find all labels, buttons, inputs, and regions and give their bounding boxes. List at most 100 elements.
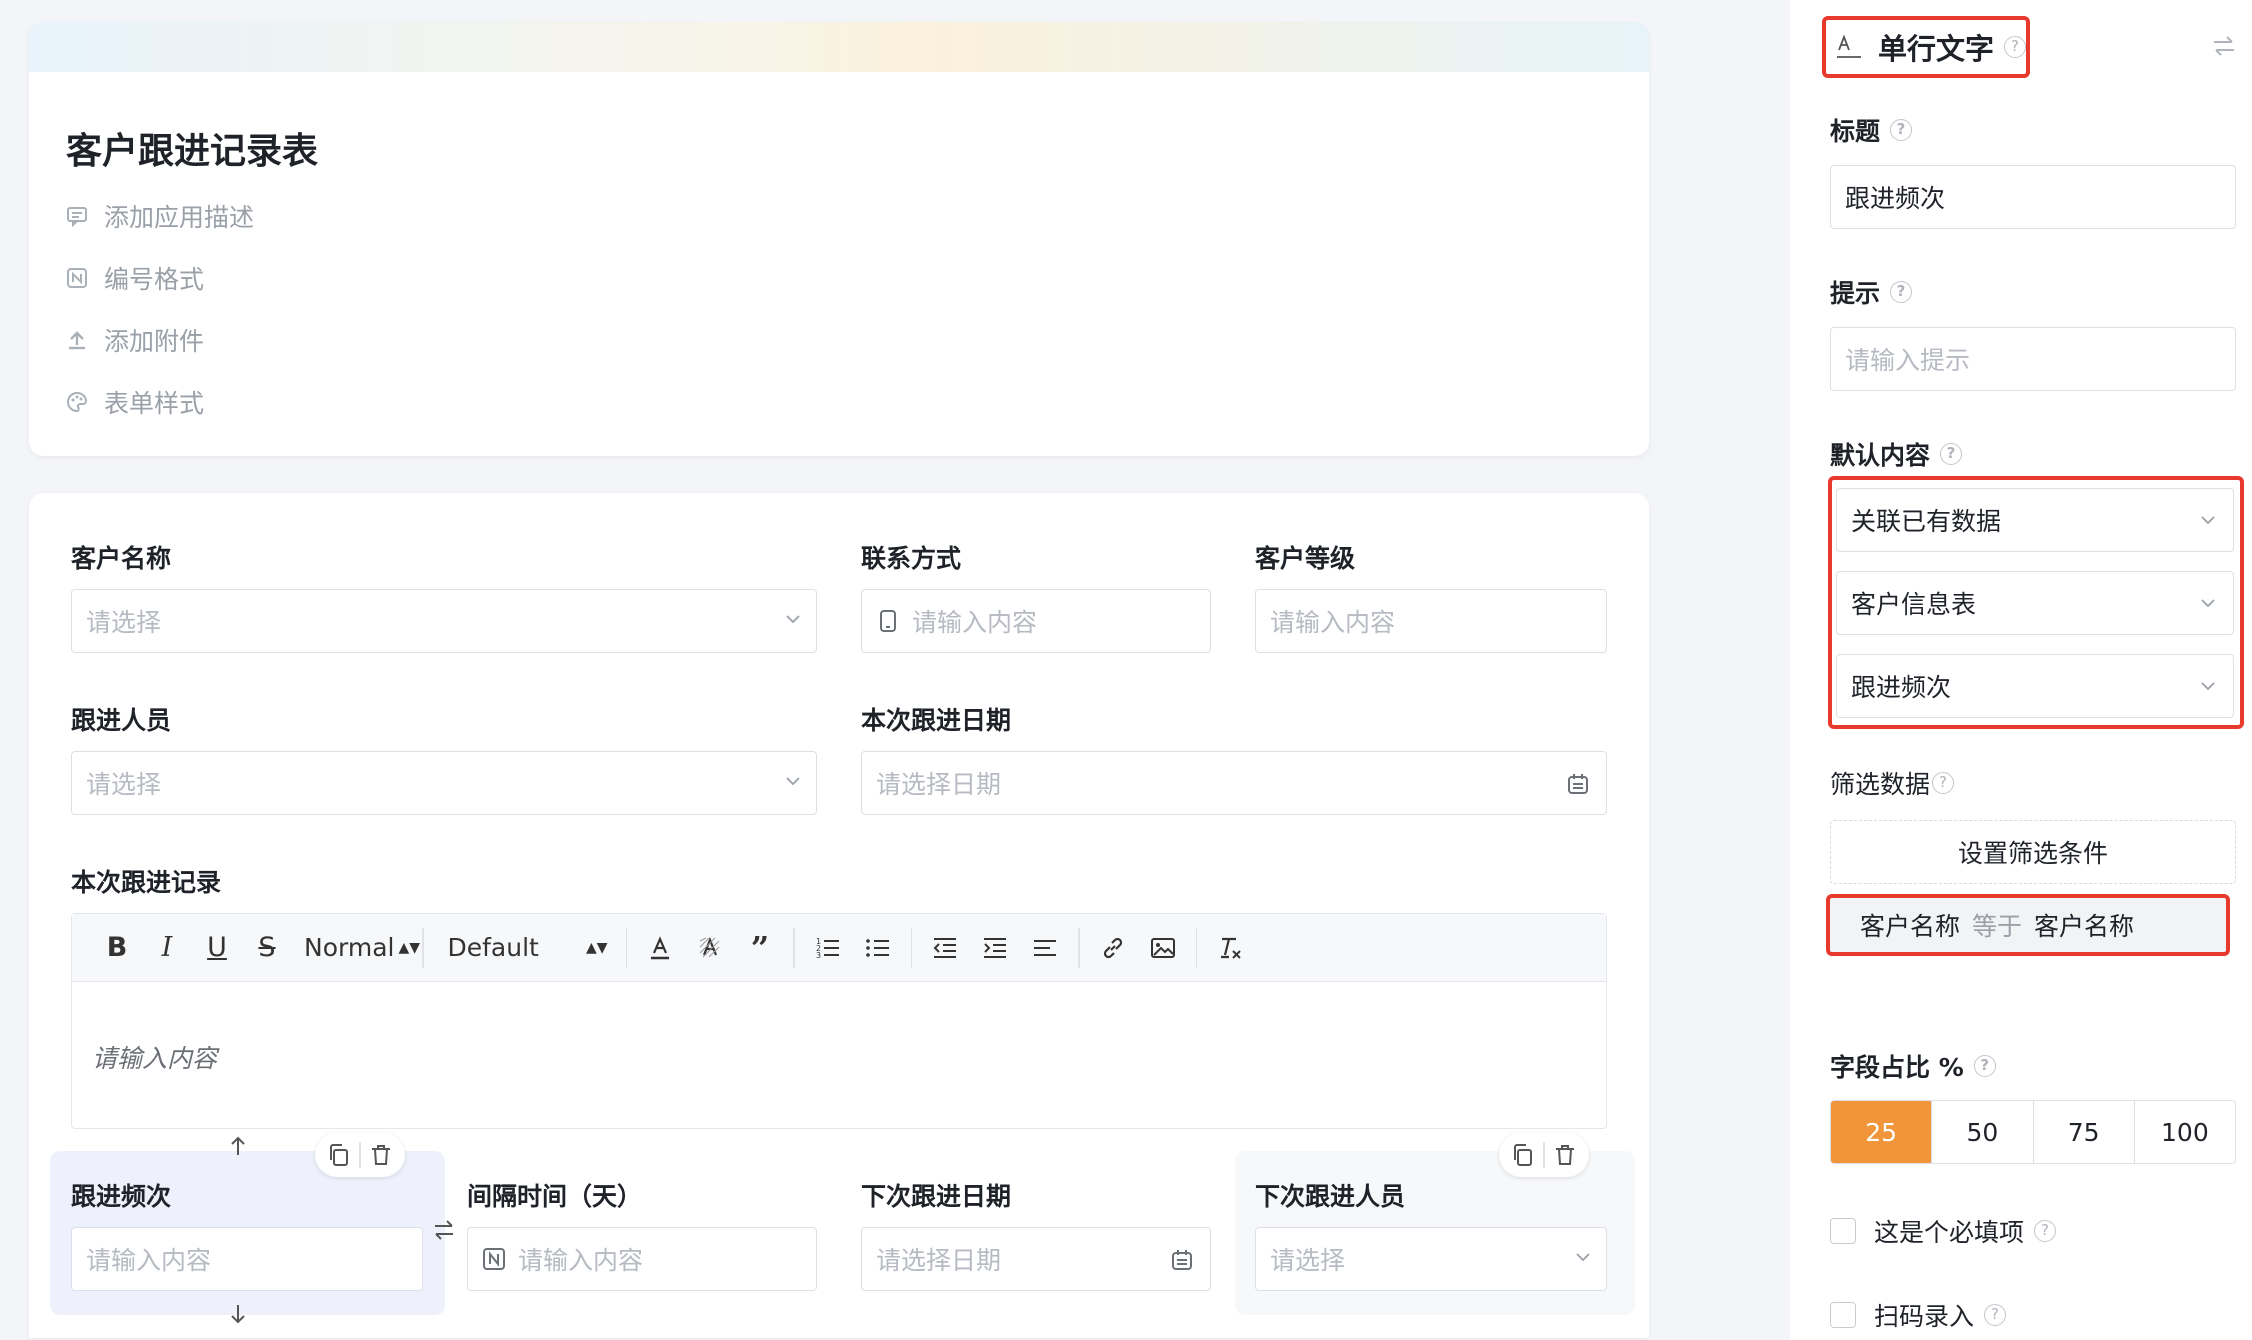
next-date-placeholder: 请选择日期	[876, 1246, 1002, 1275]
font-color-icon[interactable]	[635, 928, 685, 968]
field-properties-panel: 单行文字 ? 标题? 跟进频次 提示? 请输入提示 默认内容? 关联已有数据 客…	[1790, 0, 2252, 1340]
help-icon[interactable]: ?	[2004, 36, 2026, 58]
frequency-input[interactable]: 请输入内容	[71, 1227, 423, 1291]
font-value: Default	[447, 933, 539, 962]
calendar-icon	[1568, 774, 1588, 794]
field-width-label: 字段占比 %?	[1830, 1048, 1996, 1084]
field-type-header[interactable]: 单行文字 ?	[1822, 16, 2030, 78]
width-option-50[interactable]: 50	[1932, 1101, 2034, 1163]
hint-input[interactable]: 请输入提示	[1830, 327, 2236, 391]
width-option-75[interactable]: 75	[2034, 1101, 2135, 1163]
width-option-25[interactable]: 25	[1831, 1101, 1933, 1163]
move-up-icon[interactable]	[229, 1135, 247, 1157]
editor-toolbar: B I U S Normal ▲▼ Default ▲▼ ” 123	[72, 914, 1606, 982]
bold-button[interactable]: B	[92, 928, 142, 968]
checkbox-box[interactable]	[1830, 1302, 1856, 1328]
sort-icon: ▲▼	[585, 939, 608, 956]
italic-button[interactable]: I	[142, 928, 192, 968]
font-select[interactable]: Default ▲▼	[448, 933, 618, 962]
follow-record-label: 本次跟进记录	[71, 868, 222, 897]
default-field-value: 跟进频次	[1851, 673, 1952, 702]
bullet-list-icon[interactable]	[853, 928, 903, 968]
numbering-format-link[interactable]: 编号格式	[66, 260, 204, 296]
set-filter-button[interactable]: 设置筛选条件	[1830, 820, 2236, 884]
filter-data-label: 筛选数据?	[1830, 765, 1955, 801]
title-input[interactable]: 跟进频次	[1830, 165, 2236, 229]
toolbar-divider	[793, 927, 795, 968]
add-attachment-link[interactable]: 添加附件	[66, 322, 204, 358]
contact-input[interactable]: 请输入内容	[861, 589, 1211, 653]
chevron-down-icon	[1576, 1253, 1590, 1262]
swap-icon[interactable]	[431, 1217, 457, 1243]
interval-input[interactable]: 请输入内容	[467, 1227, 817, 1291]
action-divider	[1543, 1142, 1545, 1168]
chevron-down-icon	[786, 615, 800, 624]
title-label-text: 标题	[1830, 117, 1881, 146]
customer-level-input[interactable]: 请输入内容	[1255, 589, 1607, 653]
move-down-icon[interactable]	[229, 1303, 247, 1325]
form-style-link[interactable]: 表单样式	[66, 384, 204, 420]
heading-select[interactable]: Normal ▲▼	[304, 933, 420, 962]
chevron-down-icon	[2201, 682, 2215, 691]
ordered-list-icon[interactable]: 123	[803, 928, 853, 968]
default-table-value: 客户信息表	[1851, 590, 1977, 619]
help-icon[interactable]: ?	[1890, 281, 1913, 303]
help-icon[interactable]: ?	[2034, 1220, 2057, 1242]
copy-icon[interactable]	[1511, 1143, 1535, 1167]
delete-icon[interactable]	[1553, 1143, 1577, 1167]
frequency-placeholder: 请输入内容	[86, 1246, 212, 1275]
follower-select[interactable]: 请选择	[71, 751, 817, 815]
form-title[interactable]: 客户跟进记录表	[66, 122, 318, 174]
hint-label: 提示?	[1830, 274, 1913, 310]
clear-format-icon[interactable]	[1205, 928, 1255, 968]
next-date-picker[interactable]: 请选择日期	[861, 1227, 1211, 1291]
form-header-card: 客户跟进记录表 添加应用描述 编号格式 添加附件 表单样式	[29, 22, 1649, 456]
rich-text-editor[interactable]: B I U S Normal ▲▼ Default ▲▼ ” 123 请输入内容	[71, 913, 1607, 1129]
strikethrough-button[interactable]: S	[242, 928, 292, 968]
customer-level-placeholder: 请输入内容	[1270, 608, 1396, 637]
next-follower-select[interactable]: 请选择	[1255, 1227, 1607, 1291]
checkbox-box[interactable]	[1830, 1218, 1856, 1244]
follower-label: 跟进人员	[71, 706, 172, 735]
svg-text:3: 3	[816, 951, 821, 960]
customer-name-select[interactable]: 请选择	[71, 589, 817, 653]
help-icon[interactable]: ?	[1940, 443, 1963, 465]
default-field-select[interactable]: 跟进频次	[1836, 654, 2234, 718]
copy-icon[interactable]	[327, 1143, 351, 1167]
form-body-card: 客户名称 请选择 联系方式 请输入内容 客户等级 请输入内容 跟进人员 请选择 …	[29, 493, 1649, 1338]
scan-input-label: 扫码录入	[1874, 1302, 1975, 1331]
editor-placeholder: 请输入内容	[92, 1044, 218, 1073]
next-date-label: 下次跟进日期	[861, 1182, 1012, 1211]
help-icon[interactable]: ?	[1890, 119, 1913, 141]
indent-icon[interactable]	[970, 928, 1020, 968]
help-icon[interactable]: ?	[1932, 772, 1955, 794]
required-checkbox[interactable]: 这是个必填项 ?	[1830, 1213, 2057, 1249]
frequency-label: 跟进频次	[71, 1182, 172, 1211]
help-icon[interactable]: ?	[1973, 1055, 1996, 1077]
filter-condition[interactable]: 客户名称 等于 客户名称	[1826, 894, 2230, 956]
align-icon[interactable]	[1020, 928, 1070, 968]
quote-icon[interactable]: ”	[735, 928, 785, 968]
calendar-icon	[1172, 1250, 1192, 1270]
default-table-select[interactable]: 客户信息表	[1836, 571, 2234, 635]
default-mode-select[interactable]: 关联已有数据	[1836, 488, 2234, 552]
link-icon[interactable]	[1088, 928, 1138, 968]
hint-placeholder: 请输入提示	[1845, 346, 1971, 375]
image-icon[interactable]	[1138, 928, 1188, 968]
add-description-link[interactable]: 添加应用描述	[66, 198, 254, 234]
action-divider	[359, 1142, 361, 1168]
delete-icon[interactable]	[369, 1143, 393, 1167]
next-follower-placeholder: 请选择	[1270, 1246, 1346, 1275]
scan-input-checkbox[interactable]: 扫码录入 ?	[1830, 1297, 2007, 1333]
toolbar-divider	[625, 927, 627, 968]
help-icon[interactable]: ?	[1984, 1304, 2007, 1326]
follow-date-picker[interactable]: 请选择日期	[861, 751, 1607, 815]
width-option-100[interactable]: 100	[2135, 1101, 2235, 1163]
underline-button[interactable]: U	[192, 928, 242, 968]
outdent-icon[interactable]	[920, 928, 970, 968]
form-canvas: 客户跟进记录表 添加应用描述 编号格式 添加附件 表单样式 客户名称 请选择 联…	[0, 0, 1760, 1340]
background-color-icon[interactable]	[685, 928, 735, 968]
switch-type-icon[interactable]	[2210, 32, 2238, 60]
hint-label-text: 提示	[1830, 279, 1881, 308]
condition-right-field: 客户名称	[2034, 912, 2135, 941]
